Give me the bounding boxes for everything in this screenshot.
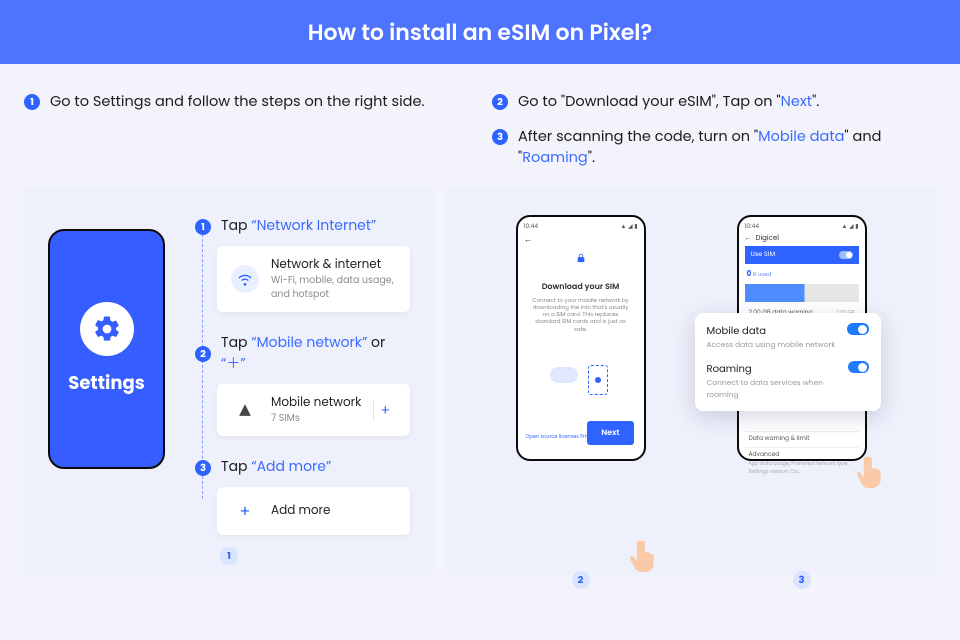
switch-icon	[839, 251, 853, 259]
phone-mock-settings: Settings	[48, 229, 165, 469]
intro-step-3: 3 After scanning the code, turn on "Mobi…	[492, 127, 936, 169]
card-settings-steps: Settings 1 Tap “Network Internet” Networ…	[24, 187, 434, 575]
phone-mock-sim-settings: 10:44▲ ◢ ▮ ←Digicel Use SIM 0 B used 2.0…	[737, 215, 867, 461]
back-icon[interactable]: ←	[745, 234, 752, 244]
carrier-name: Digicel	[756, 234, 779, 244]
add-sim-button[interactable]: +	[373, 400, 396, 421]
substep-2: 2 Tap “Mobile network” or “＋” Mobile net…	[195, 332, 410, 436]
mobile-data-toggle[interactable]: Mobile dataAccess data using mobile netw…	[707, 323, 869, 351]
data-usage-bar	[745, 284, 859, 302]
figure-number: 3	[793, 571, 811, 589]
intro-step-1: 1 Go to Settings and follow the steps on…	[24, 92, 468, 113]
phone-mock-download-sim: 10:44 ▲ ◢ ▮ ← Download your SIM Connect t…	[516, 215, 646, 461]
switch-icon	[848, 361, 869, 373]
status-time: 10:44	[745, 223, 760, 232]
step-number: 3	[492, 129, 508, 145]
page-title: How to install an eSIM on Pixel?	[308, 16, 653, 49]
row-title: Mobile network	[271, 394, 361, 412]
wifi-icon	[231, 265, 259, 293]
figure-number: 1	[220, 547, 238, 565]
row-title: Network & internet	[271, 256, 396, 274]
download-sim-sub: Connect to your mobile network by downlo…	[532, 297, 630, 333]
intro-step-2: 2 Go to "Download your eSIM", Tap on "Ne…	[492, 92, 936, 113]
quoted-term: “Network Internet”	[251, 215, 376, 235]
quoted-plus: “＋”	[221, 353, 246, 373]
quoted-term: “Mobile network”	[251, 332, 367, 352]
status-icons: ▲ ◢ ▮	[841, 223, 858, 232]
plus-icon: +	[231, 497, 259, 525]
row-mobile-network[interactable]: Mobile network 7 SIMs +	[217, 384, 410, 436]
link-mobile-data: Mobile data	[758, 127, 844, 147]
intro-text: Go to "Download your eSIM", Tap on "Next…	[518, 92, 819, 113]
page-header: How to install an eSIM on Pixel?	[0, 0, 960, 64]
switch-icon	[847, 323, 869, 335]
signal-icon	[231, 396, 259, 424]
roaming-toggle[interactable]: RoamingConnect to data services when roa…	[707, 361, 869, 401]
substep-3: 3 Tap “Add more” + Add more	[195, 456, 410, 535]
step-number: 1	[24, 94, 40, 110]
quoted-term: “Add more”	[251, 456, 331, 476]
row-sub: Wi-Fi, mobile, data usage, and hotspot	[271, 274, 396, 302]
cards-row: Settings 1 Tap “Network Internet” Networ…	[0, 187, 960, 599]
substeps-column: 1 Tap “Network Internet” Network & inter…	[195, 215, 410, 555]
download-sim-title: Download your SIM	[524, 281, 638, 293]
settings-label: Settings	[68, 370, 144, 397]
next-button[interactable]: Next	[587, 421, 633, 445]
intro-text: After scanning the code, turn on "Mobile…	[518, 127, 936, 169]
step-number: 2	[492, 94, 508, 110]
intro-text: Go to Settings and follow the steps on t…	[50, 92, 425, 113]
figure-number: 2	[572, 571, 590, 589]
step-number: 3	[195, 460, 211, 476]
step-number: 2	[195, 346, 211, 362]
row-add-more[interactable]: + Add more	[217, 487, 410, 535]
row-title: Add more	[271, 502, 396, 520]
toggles-overlay: Mobile dataAccess data using mobile netw…	[695, 313, 881, 411]
back-icon[interactable]: ←	[524, 234, 638, 247]
data-limit-row[interactable]: Data warning & limit	[745, 432, 859, 447]
status-time: 10:44	[524, 223, 539, 232]
substep-1: 1 Tap “Network Internet” Network & inter…	[195, 215, 410, 312]
row-network-internet[interactable]: Network & internet Wi-Fi, mobile, data u…	[217, 246, 410, 312]
link-roaming: Roaming	[522, 148, 587, 168]
card-phones: 10:44 ▲ ◢ ▮ ← Download your SIM Connect t…	[446, 187, 936, 575]
gear-icon	[80, 302, 134, 356]
lock-icon	[524, 253, 638, 267]
row-sub: 7 SIMs	[271, 412, 361, 426]
advanced-row[interactable]: AdvancedApp data usage, Preferred networ…	[745, 448, 859, 479]
sim-illustration	[546, 363, 616, 413]
tap-hand-icon	[628, 535, 660, 577]
status-icons: ▲ ◢ ▮	[620, 223, 637, 232]
use-sim-toggle[interactable]: Use SIM	[745, 246, 859, 264]
step-number: 1	[195, 219, 211, 235]
link-next: Next	[781, 92, 812, 112]
intro-row: 1 Go to Settings and follow the steps on…	[0, 64, 960, 187]
